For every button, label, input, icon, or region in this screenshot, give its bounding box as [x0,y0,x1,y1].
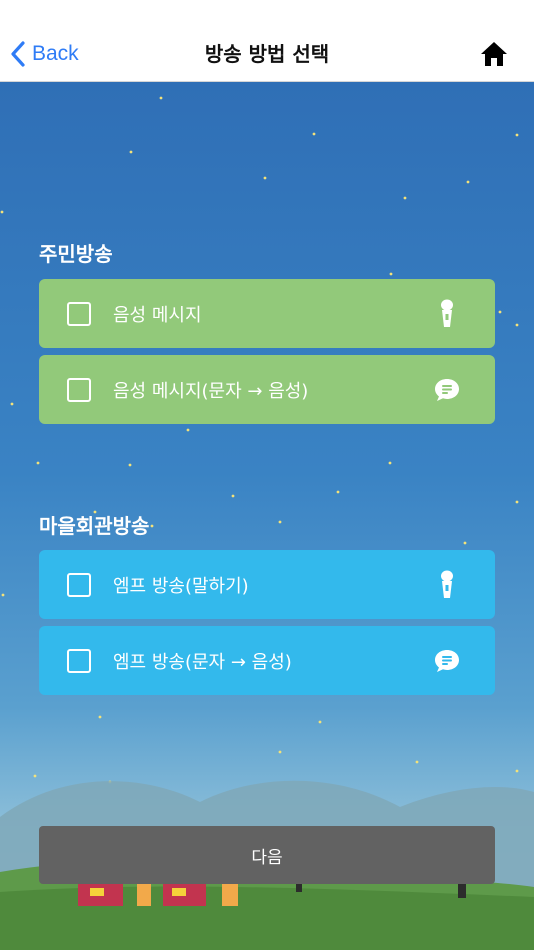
chat-bubble-icon [427,370,467,410]
option-label: 엠프 방송(문자 → 음성) [113,651,292,673]
chat-bubble-icon [427,641,467,681]
checkbox[interactable] [67,572,91,597]
content-area: 주민방송 음성 메시지 음성 메시지(문자 → 음성) 마을회관방송 엠프 방송… [0,82,534,950]
option-voice-message-tts[interactable]: 음성 메시지(문자 → 음성) [39,355,495,424]
next-button[interactable]: 다음 [39,826,495,884]
option-amp-speak[interactable]: 엠프 방송(말하기) [39,550,495,619]
section-title-village-hall: 마을회관방송 [39,514,150,538]
option-label: 음성 메시지 [113,304,202,326]
page-title: 방송 방법 선택 [204,42,330,66]
option-label: 엠프 방송(말하기) [113,575,249,597]
option-label: 음성 메시지(문자 → 음성) [113,380,309,402]
microphone-icon [427,565,467,605]
checkbox[interactable] [67,301,91,326]
option-voice-message[interactable]: 음성 메시지 [39,279,495,348]
checkbox[interactable] [67,648,91,673]
microphone-icon [427,294,467,334]
home-button[interactable] [480,40,508,68]
option-amp-tts[interactable]: 엠프 방송(문자 → 음성) [39,626,495,695]
section-title-resident: 주민방송 [39,242,113,266]
home-icon [481,42,507,66]
checkbox[interactable] [67,377,91,402]
navigation-bar: Back 방송 방법 선택 [0,0,534,82]
